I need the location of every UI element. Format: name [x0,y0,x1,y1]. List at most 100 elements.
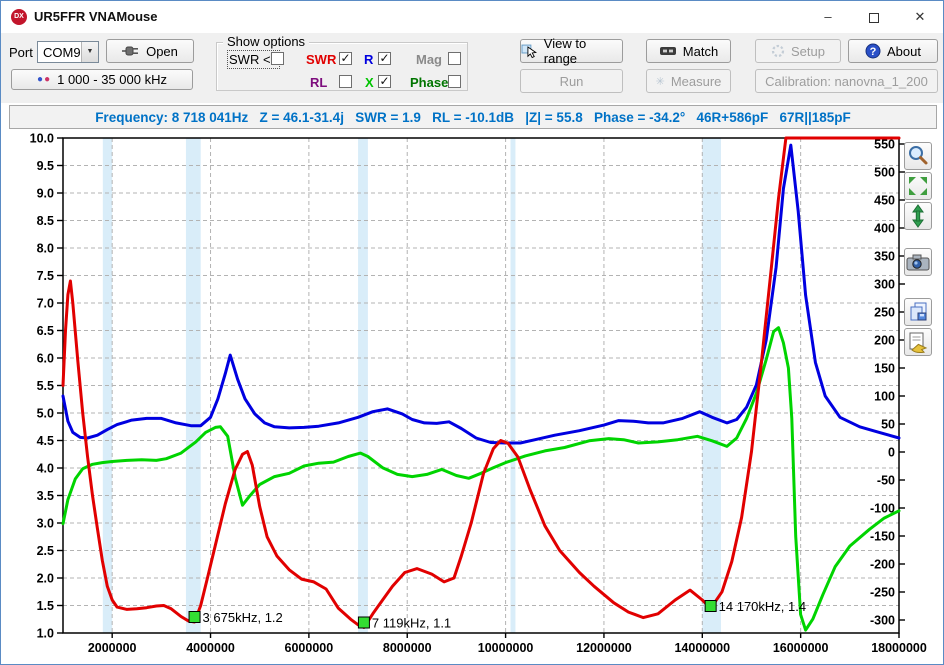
zoom-tool-button[interactable] [904,142,932,170]
x-axis-label: 4000000 [186,641,235,655]
frequency-range-button[interactable]: ●● 1 000 - 35 000 kHz [11,69,193,90]
y-right-axis-label: 500 [874,166,895,180]
expand-arrows-icon [906,174,930,198]
vertical-double-arrow-icon [906,204,930,228]
y-left-axis-label: 4.0 [37,462,54,476]
x-axis-label: 2000000 [88,641,137,655]
window-title: UR5FFR VNAMouse [34,9,158,24]
y-right-axis-label: -250 [870,586,895,600]
y-left-axis-label: 9.0 [37,187,54,201]
print-button[interactable] [904,328,932,356]
toolbar: Port COM9 ▼ Open ●● 1 000 - 35 000 kHz S… [1,33,943,103]
checkbox-phase[interactable] [448,75,461,88]
close-icon: ✕ [915,9,926,24]
copy-button[interactable] [904,298,932,326]
match-label: Match [683,44,718,59]
x-axis-label: 6000000 [285,641,334,655]
y-left-axis-label: 5.0 [37,407,54,421]
chart-canvas: 1.01.52.02.53.03.54.04.55.05.56.06.57.07… [1,129,944,665]
measure-button[interactable]: ✳ Measure [646,69,731,93]
option-label-x: X [365,75,374,90]
checkbox-r[interactable]: ✓ [378,52,391,65]
y-right-axis-label: 250 [874,306,895,320]
checkbox-mag[interactable] [448,52,461,65]
option-label-swr: SWR [306,52,336,67]
y-left-axis-label: 9.5 [37,159,54,173]
view-to-range-icon [521,43,538,59]
y-left-axis-label: 1.5 [37,599,54,613]
y-right-axis-label: 300 [874,278,895,292]
y-left-axis-label: 8.0 [37,242,54,256]
gear-icon [771,44,785,58]
y-left-axis-label: 10.0 [30,132,54,146]
minimize-button[interactable]: – [805,1,851,33]
checkbox-rl[interactable] [339,75,352,88]
port-select-value: COM9 [43,45,81,60]
title-bar: DX UR5FFR VNAMouse – ✕ [1,1,943,33]
y-left-axis-label: 7.5 [37,269,54,283]
match-icon [659,44,677,58]
y-right-axis-label: -300 [870,614,895,628]
about-label: About [887,44,921,59]
screenshot-button[interactable] [904,248,932,276]
marker-point [358,617,369,628]
y-left-axis-label: 1.0 [37,627,54,641]
close-button[interactable]: ✕ [897,1,943,33]
y-right-axis-label: 450 [874,194,895,208]
fit-to-window-button[interactable] [904,172,932,200]
svg-text:?: ? [870,46,877,58]
y-right-axis-label: 550 [874,138,895,152]
setup-button[interactable]: Setup [755,39,841,63]
x-axis-label: 8000000 [383,641,432,655]
calibration-button[interactable]: Calibration: nanovna_1_200 [755,69,938,93]
open-button-label: Open [146,44,178,59]
y-right-axis-label: 150 [874,362,895,376]
option-label-r: R [364,52,373,67]
y-right-axis-label: 100 [874,390,895,404]
port-select[interactable]: COM9 ▼ [37,41,99,63]
y-left-axis-label: 6.5 [37,324,54,338]
measure-icon: ✳ [656,75,665,88]
x-axis-label: 16000000 [773,641,829,655]
app-logo-icon: DX [11,9,27,25]
measure-label: Measure [671,74,722,89]
about-button[interactable]: ? About [848,39,938,63]
y-right-axis-label: -50 [877,474,895,488]
x-axis-label: 14000000 [674,641,730,655]
copy-pages-icon [906,300,930,324]
match-button[interactable]: Match [646,39,731,63]
checkbox-x[interactable]: ✓ [378,75,391,88]
setup-label: Setup [791,44,825,59]
y-left-axis-label: 5.5 [37,379,54,393]
checkbox-swr[interactable]: ✓ [339,52,352,65]
y-left-axis-label: 4.5 [37,434,54,448]
y-left-axis-label: 2.0 [37,572,54,586]
marker-label: 3 675kHz, 1.2 [203,610,283,625]
run-button[interactable]: Run [520,69,623,93]
y-left-axis-label: 3.5 [37,489,54,503]
maximize-button[interactable] [851,1,897,33]
y-right-axis-label: 400 [874,222,895,236]
band-highlight [702,138,721,633]
status-bar: Frequency: 8 718 041Hz Z = 46.1-31.4j SW… [9,105,937,129]
frequency-range-label: 1 000 - 35 000 kHz [57,72,167,87]
minimize-icon: – [824,9,831,24]
x-axis-label: 10000000 [478,641,534,655]
x-axis-label: 18000000 [871,641,927,655]
view-to-range-button[interactable]: View to range [520,39,623,63]
marker-label: 14 170kHz, 1.4 [719,599,806,614]
question-mark-icon: ? [865,43,881,59]
y-left-axis-label: 8.5 [37,214,54,228]
checkbox-swr-lt2[interactable] [271,52,284,65]
marker-label: 7 119kHz, 1.1 [372,616,451,631]
open-button[interactable]: Open [106,39,194,63]
chevron-down-icon[interactable]: ▼ [81,42,98,62]
port-label: Port [9,45,33,60]
y-left-axis-label: 6.0 [37,352,54,366]
marker-point [189,612,200,623]
app-window: DX UR5FFR VNAMouse – ✕ Port COM9 ▼ Open … [0,0,944,665]
chart-area: 1.01.52.02.53.03.54.04.55.05.56.06.57.07… [1,129,944,665]
y-right-axis-label: -150 [870,530,895,544]
calibration-label: Calibration: nanovna_1_200 [765,74,928,89]
autoscale-vertical-button[interactable] [904,202,932,230]
